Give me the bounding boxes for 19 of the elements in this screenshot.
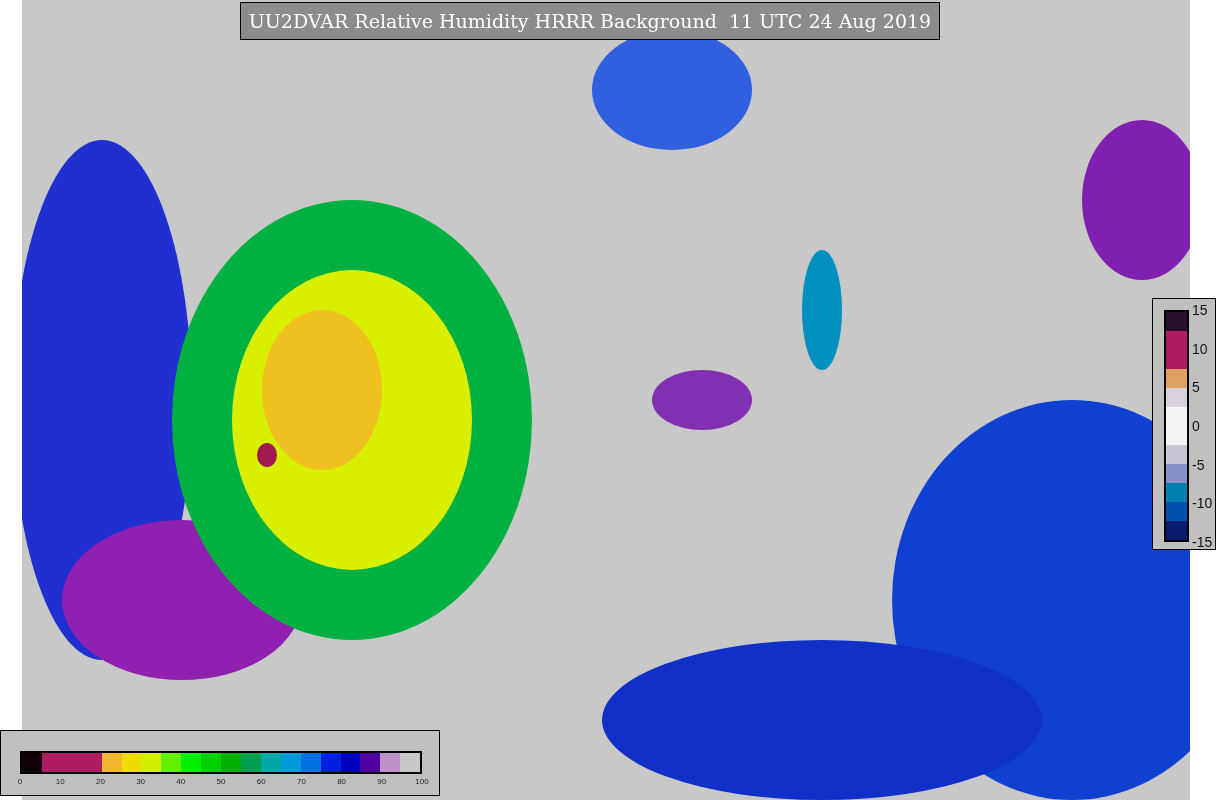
- tick-label: 10: [55, 777, 65, 787]
- tick-label: -10: [1192, 495, 1213, 512]
- tick-label: -15: [1192, 534, 1213, 550]
- tick-label: 5: [1192, 379, 1200, 396]
- tick-label: 50: [216, 777, 226, 787]
- chart-title: UU2DVAR Relative Humidity HRRR Background 11 UTC 24 Aug 2019: [240, 2, 940, 40]
- tick-label: 20: [95, 777, 105, 787]
- tick-label: 0: [17, 777, 23, 787]
- tick-label: 0: [1192, 418, 1200, 434]
- tick-label: 10: [1192, 340, 1208, 357]
- tick-label: 60: [256, 777, 266, 787]
- tick-label: 100: [415, 777, 429, 787]
- tick-label: 80: [337, 777, 347, 787]
- tick-label: 30: [136, 777, 146, 787]
- tick-label: 15: [1192, 302, 1208, 318]
- tick-label: 90: [377, 777, 387, 787]
- tick-label: 70: [296, 777, 306, 787]
- tick-label: 40: [176, 777, 186, 787]
- tick-label: -5: [1192, 456, 1205, 473]
